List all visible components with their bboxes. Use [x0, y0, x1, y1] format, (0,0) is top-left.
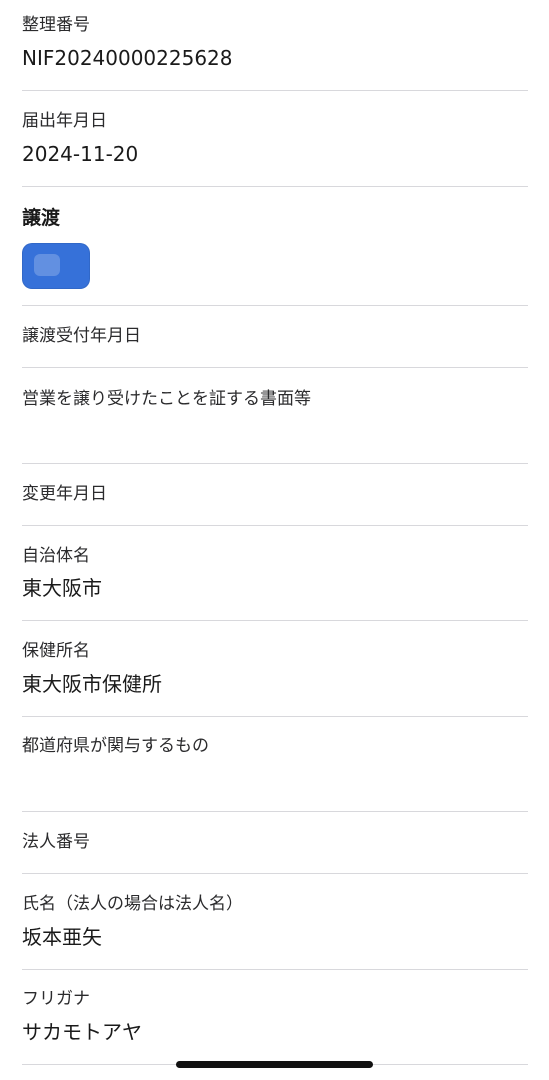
- shimei-label: 氏名（法人の場合は法人名）: [22, 894, 243, 914]
- divider: [22, 305, 528, 306]
- divider: [22, 716, 528, 717]
- jichitai-value: 東大阪市: [22, 576, 102, 600]
- joto-toggle[interactable]: [22, 243, 90, 289]
- divider: [22, 620, 528, 621]
- divider: [22, 367, 528, 368]
- todokede-date-value: 2024-11-20: [22, 142, 139, 166]
- henko-date-label: 変更年月日: [22, 484, 107, 504]
- hokenjo-label: 保健所名: [22, 641, 90, 661]
- divider: [22, 873, 528, 874]
- todofuken-label: 都道府県が関与するもの: [22, 736, 209, 756]
- home-indicator[interactable]: [176, 1061, 373, 1068]
- joto-uketsuke-date-label: 譲渡受付年月日: [22, 326, 141, 346]
- hojin-bango-label: 法人番号: [22, 832, 90, 852]
- furigana-label: フリガナ: [22, 989, 90, 1009]
- divider: [22, 186, 528, 187]
- seiri-bango-label: 整理番号: [22, 15, 90, 35]
- divider: [22, 463, 528, 464]
- jichitai-label: 自治体名: [22, 546, 90, 566]
- divider: [22, 811, 528, 812]
- divider: [22, 90, 528, 91]
- shimei-value: 坂本亜矢: [22, 925, 102, 949]
- eigyo-shomei-label: 営業を譲り受けたことを証する書面等: [22, 389, 311, 409]
- divider: [22, 525, 528, 526]
- todokede-date-label: 届出年月日: [22, 111, 107, 131]
- toggle-knob: [34, 254, 60, 276]
- joto-section-title: 譲渡: [22, 207, 61, 229]
- furigana-value: サカモトアヤ: [22, 1020, 142, 1044]
- seiri-bango-value: NIF20240000225628: [22, 46, 233, 70]
- divider: [22, 969, 528, 970]
- hokenjo-value: 東大阪市保健所: [22, 672, 162, 696]
